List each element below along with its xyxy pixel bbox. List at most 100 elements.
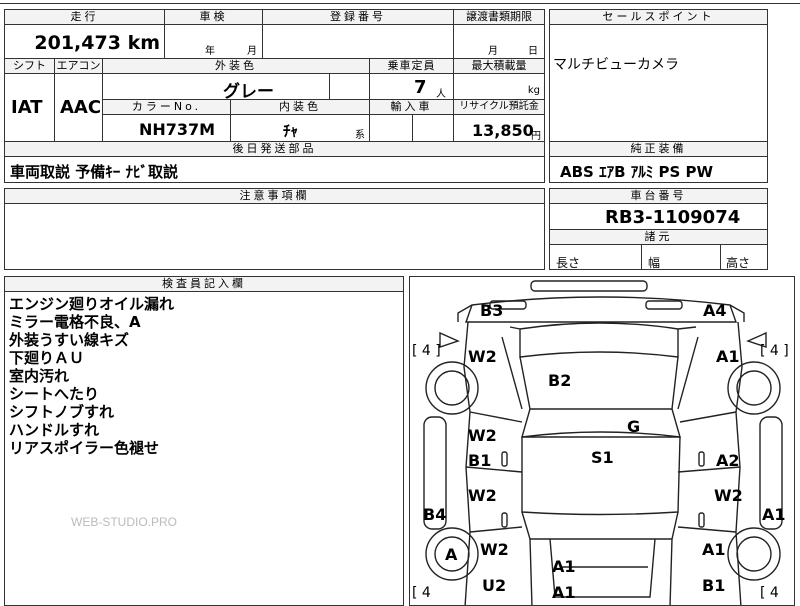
- damage-a1-rear-right: A1: [702, 540, 726, 559]
- capacity-cell: 乗車定員 7 人: [369, 58, 454, 100]
- later-parts-text: 車両取説 予備ｷｰ ﾅﾋﾞ取説: [10, 163, 178, 181]
- inspector-line: リアスポイラー色褪せ: [9, 439, 160, 457]
- tire-rating-bottom-right: [ 4: [760, 585, 779, 601]
- dimensions-divider-2: [720, 245, 721, 270]
- inspector-line: 下廻りＡＵ: [9, 349, 85, 367]
- damage-a1-right-edge: A1: [762, 505, 786, 524]
- damage-s1: S1: [591, 448, 614, 467]
- interior-color-suffix: 系: [355, 130, 365, 141]
- color-no-value: NH737M: [139, 120, 216, 139]
- notes-header: 注意事項欄: [5, 189, 544, 204]
- damage-b1-bottom: B1: [702, 576, 726, 595]
- interior-color-header: 内装色: [231, 100, 369, 115]
- damage-g: G: [627, 417, 641, 436]
- equipment-panel: 純正装備 ABS ｴｱB ｱﾙﾐ PS PW: [549, 141, 768, 183]
- inspector-line: エンジン廻りオイル漏れ: [9, 295, 175, 313]
- recycle-unit: 円: [531, 131, 541, 142]
- damage-w2-front-left: W2: [468, 347, 497, 366]
- damage-b2: B2: [548, 371, 572, 390]
- inspector-panel: 検査員記入欄 エンジン廻りオイル漏れ ミラー電格不良、A 外装うすい線キズ 下廻…: [4, 276, 404, 606]
- inspector-line: ミラー電格不良、A: [9, 313, 141, 331]
- recycle-header: リサイクル預託金: [454, 100, 544, 115]
- mileage-cell: 走行 201,473 km: [4, 9, 165, 59]
- later-parts-panel: 後日発送部品 車両取説 予備ｷｰ ﾅﾋﾞ取説: [4, 141, 545, 183]
- max-load-header: 最大積載量: [454, 59, 544, 74]
- registration-cell: 登録番号: [262, 9, 454, 59]
- transfer-deadline-cell: 譲渡書類期限 月 日: [453, 9, 545, 59]
- transfer-month: 月: [488, 46, 498, 57]
- inspection-cell: 車検 年 月: [164, 9, 263, 59]
- transfer-day: 日: [528, 46, 538, 57]
- sales-points-header: セールスポイント: [550, 10, 767, 25]
- inspector-line: 外装うすい線キズ: [9, 331, 130, 349]
- import-header: 輸入車: [370, 100, 453, 115]
- width-label: 幅: [648, 256, 661, 270]
- mileage-value: 201,473 km: [34, 32, 160, 54]
- dimensions-header: 諸元: [550, 230, 767, 245]
- aircon-cell: エアコン AAC: [54, 58, 103, 142]
- equipment-text: ABS ｴｱB ｱﾙﾐ PS PW: [560, 163, 714, 181]
- tire-rating-bottom-left: [ 4: [412, 585, 431, 601]
- damage-u2: U2: [482, 576, 507, 595]
- inspection-month: 月: [247, 46, 257, 57]
- inspector-header: 検査員記入欄: [5, 277, 403, 292]
- interior-color-cell: 内装色 ﾁｬ 系: [230, 99, 370, 142]
- capacity-value: 7: [414, 77, 427, 98]
- top-edge-strip: [0, 0, 800, 4]
- inspector-lines: エンジン廻りオイル漏れ ミラー電格不良、A 外装うすい線キズ 下廻りＡＵ 室内汚…: [9, 295, 174, 457]
- inspector-line: シートへたり: [9, 385, 100, 403]
- dimensions-divider-1: [641, 245, 642, 270]
- height-label: 高さ: [726, 256, 751, 270]
- notes-panel: 注意事項欄: [4, 188, 545, 270]
- damage-w2-left-1: W2: [468, 426, 497, 445]
- aircon-value: AAC: [60, 97, 102, 118]
- color-no-cell: カラーNo. NH737M: [102, 99, 231, 142]
- inspection-header: 車検: [165, 10, 262, 25]
- damage-w2-right: W2: [714, 486, 743, 505]
- damage-w2-left-2: W2: [468, 486, 497, 505]
- dimensions-panel: 諸元 長さ 幅 高さ: [549, 229, 768, 270]
- inspector-line: ハンドルすれ: [9, 421, 100, 439]
- tire-rating-top-left: [ 4 ]: [412, 343, 441, 359]
- shift-cell: シフト IAT: [4, 58, 55, 142]
- mileage-number: 201,473: [34, 32, 121, 54]
- car-diagram-panel: [ 4 ] [ 4 ] [ 4 [ 4 B3 A4 W2 A1 B2 G S1 …: [409, 276, 795, 606]
- damage-b4: B4: [423, 505, 447, 524]
- capacity-unit: 人: [436, 89, 446, 100]
- length-label: 長さ: [556, 256, 581, 270]
- inspector-line: シフトノブすれ: [9, 403, 115, 421]
- damage-a4: A4: [703, 301, 727, 320]
- recycle-cell: リサイクル預託金 13,850 円: [453, 99, 545, 142]
- equipment-header: 純正装備: [550, 142, 767, 157]
- aircon-header: エアコン: [55, 59, 102, 74]
- tire-rating-top-right: [ 4 ]: [760, 343, 789, 359]
- chassis-panel: 車台番号 RB3-1109074: [549, 188, 768, 230]
- later-parts-header: 後日発送部品: [5, 142, 544, 157]
- damage-b1-left: B1: [468, 451, 492, 470]
- shift-value: IAT: [11, 97, 43, 118]
- damage-a1-rear: A1: [552, 557, 576, 576]
- shift-header: シフト: [5, 59, 54, 74]
- damage-w2-left-3: W2: [480, 540, 509, 559]
- color-no-header: カラーNo.: [103, 100, 230, 115]
- exterior-color-header: 外装色: [103, 59, 369, 74]
- damage-a1-front-right: A1: [716, 347, 740, 366]
- damage-a2-right: A2: [716, 451, 740, 470]
- recycle-value: 13,850: [472, 121, 534, 140]
- max-load-cell: 最大積載量 kg: [453, 58, 545, 100]
- mileage-unit: km: [127, 32, 160, 54]
- watermark: WEB-STUDIO.PRO: [71, 515, 178, 529]
- inspector-line: 室内汚れ: [9, 367, 70, 385]
- chassis-header: 車台番号: [550, 189, 767, 204]
- interior-color-value: ﾁｬ: [283, 122, 299, 140]
- mileage-header: 走行: [5, 10, 164, 25]
- sales-points-text: マルチビューカメラ: [553, 57, 679, 73]
- import-divider: [412, 115, 413, 142]
- exterior-color-cell: 外装色 グレー: [102, 58, 370, 102]
- damage-a1-bottom: A1: [552, 583, 576, 602]
- registration-header: 登録番号: [263, 10, 453, 25]
- inspection-year: 年: [205, 46, 215, 57]
- damage-b3: B3: [480, 301, 504, 320]
- capacity-header: 乗車定員: [370, 59, 453, 74]
- damage-a-wheel: A: [445, 545, 458, 564]
